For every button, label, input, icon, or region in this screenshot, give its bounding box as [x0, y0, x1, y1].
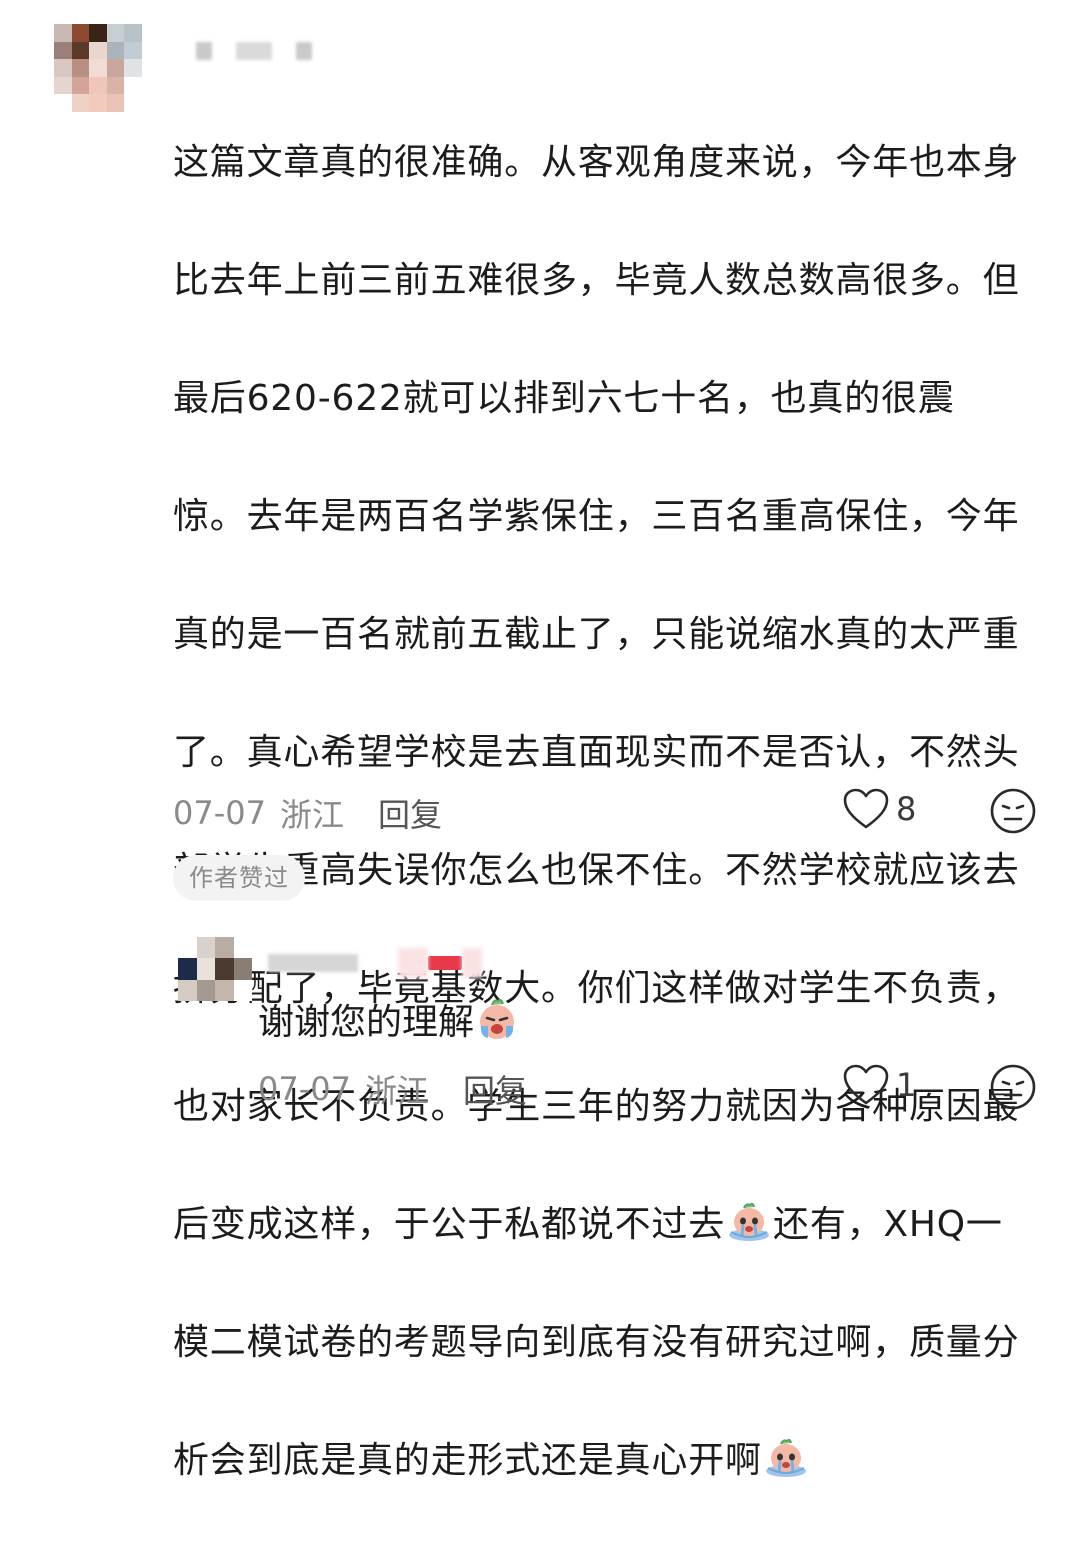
comment-line: 惊。去年是两百名学紫保住，三百名重高保住，今年: [173, 496, 1020, 537]
reply-date: 07-07: [258, 1070, 351, 1108]
heart-icon: [842, 1063, 890, 1107]
comment-text-segment: 析会到底是真的走形式还是真心开啊: [173, 1440, 762, 1481]
commenter-avatar[interactable]: [54, 24, 142, 112]
comment-line: 析会到底是真的走形式还是真心开啊: [173, 1431, 1043, 1490]
username-blur: [296, 42, 312, 60]
comment-line: 最后620-622就可以排到六七十名，也真的很震: [173, 378, 955, 419]
like-button[interactable]: 8: [842, 787, 916, 831]
crying-emoji-icon: [763, 1437, 809, 1477]
comment-line: 比去年上前三前五难很多，毕竟人数总数高很多。但: [173, 260, 1020, 301]
comment-line: 后变成这样，于公于私都说不过去 还有，XHQ一: [173, 1195, 1043, 1254]
comment-line: 了。真心希望学校是去直面现实而不是否认，不然头: [173, 732, 1020, 773]
reply-body: 谢谢您的理解: [258, 995, 520, 1051]
username-blur: [196, 42, 212, 60]
comment-text-segment: 后变成这样，于公于私都说不过去: [173, 1204, 726, 1245]
author-tag: [398, 948, 482, 978]
comment-meta: 07-07 浙江 回复: [173, 790, 442, 836]
reply-button[interactable]: 回复: [378, 790, 442, 836]
unhappy-face-icon[interactable]: [989, 1063, 1037, 1115]
author-liked-badge: 作者赞过: [173, 855, 305, 901]
reply-username[interactable]: [268, 948, 482, 978]
like-count: 1: [896, 1066, 917, 1104]
comment-text-segment: 还有，XHQ一: [773, 1204, 1003, 1245]
comment-date: 07-07: [173, 794, 266, 832]
crying-emoji-icon: [474, 996, 520, 1042]
reply-meta: 07-07 浙江 回复: [258, 1066, 527, 1112]
comment-location: 浙江: [279, 796, 344, 834]
username-blur: [268, 954, 358, 972]
comment-line: 真的是一百名就前五截止了，只能说缩水真的太严重: [173, 614, 1020, 655]
like-button[interactable]: 1: [842, 1063, 916, 1107]
reply-button[interactable]: 回复: [463, 1066, 527, 1112]
heart-icon: [842, 787, 890, 831]
reply-avatar[interactable]: [178, 937, 252, 1001]
reply-location: 浙江: [364, 1072, 429, 1110]
like-count: 8: [896, 790, 917, 828]
comment-line: 模二模试卷的考题导向到底有没有研究过啊，质量分: [173, 1322, 1020, 1363]
reply-text: 谢谢您的理解: [258, 1002, 475, 1043]
crying-emoji-icon: [726, 1201, 772, 1241]
unhappy-face-icon[interactable]: [989, 787, 1037, 839]
commenter-username[interactable]: [196, 42, 312, 60]
comment-line: 这篇文章真的很准确。从客观角度来说，今年也本身: [173, 142, 1020, 183]
username-blur: [236, 42, 272, 60]
